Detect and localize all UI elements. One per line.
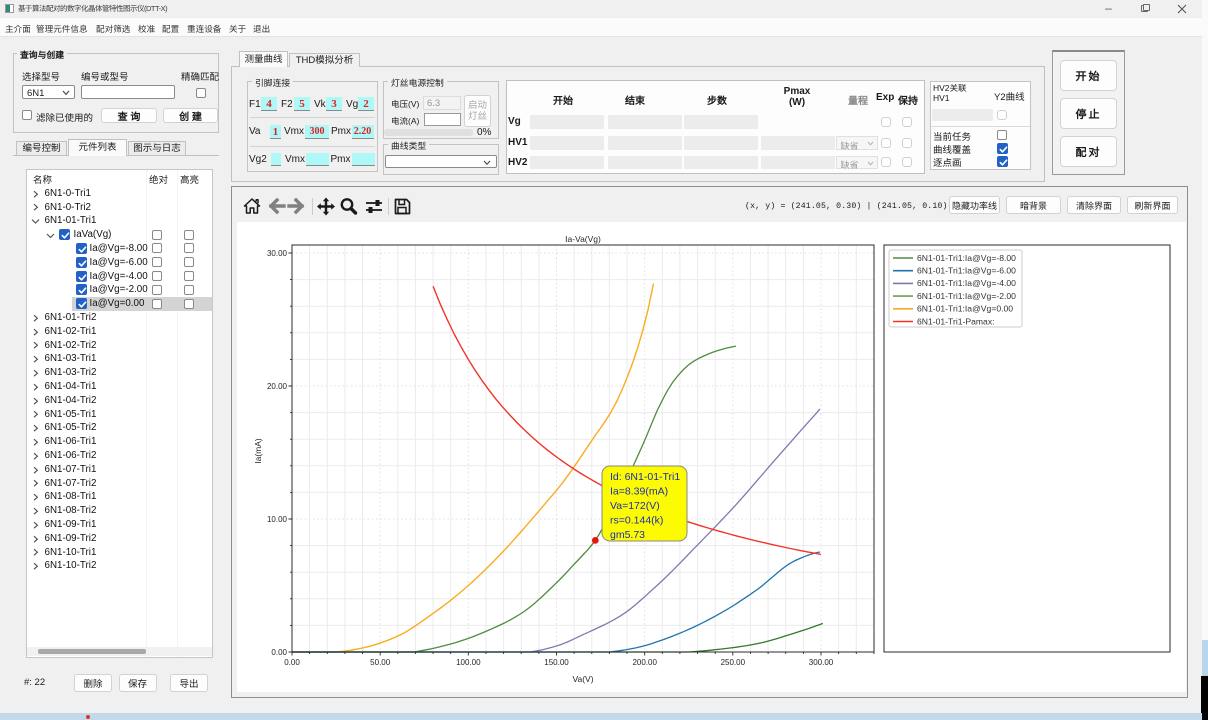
- svg-text:250.00: 250.00: [721, 658, 746, 667]
- svg-text:0.00: 0.00: [271, 648, 287, 657]
- svg-text:6N1-01-Tri1-Pamax:: 6N1-01-Tri1-Pamax:: [917, 316, 995, 326]
- svg-text:30.00: 30.00: [267, 249, 288, 258]
- svg-text:6N1-01-Tri1:Ia@Vg=-6.00: 6N1-01-Tri1:Ia@Vg=-6.00: [917, 266, 1016, 276]
- svg-text:50.00: 50.00: [370, 658, 391, 667]
- svg-text:6N1-01-Tri1:Ia@Vg=0.00: 6N1-01-Tri1:Ia@Vg=0.00: [917, 304, 1013, 314]
- svg-text:300.00: 300.00: [809, 658, 834, 667]
- svg-text:Va(V): Va(V): [572, 674, 593, 684]
- svg-text:rs=0.144(k): rs=0.144(k): [610, 515, 663, 527]
- svg-text:0.00: 0.00: [284, 658, 300, 667]
- svg-text:gm5.73: gm5.73: [610, 529, 645, 541]
- svg-text:Ia-Va(Vg): Ia-Va(Vg): [565, 234, 601, 244]
- svg-text:Va=172(V): Va=172(V): [610, 500, 660, 512]
- svg-text:20.00: 20.00: [267, 382, 288, 391]
- svg-text:Ia=8.39(mA): Ia=8.39(mA): [610, 486, 668, 498]
- svg-text:Id: 6N1-01-Tri1: Id: 6N1-01-Tri1: [610, 471, 680, 483]
- svg-text:6N1-01-Tri1:Ia@Vg=-8.00: 6N1-01-Tri1:Ia@Vg=-8.00: [917, 253, 1016, 263]
- svg-text:200.00: 200.00: [632, 658, 657, 667]
- svg-text:100.00: 100.00: [456, 658, 481, 667]
- svg-text:6N1-01-Tri1:Ia@Vg=-4.00: 6N1-01-Tri1:Ia@Vg=-4.00: [917, 278, 1016, 288]
- svg-text:150.00: 150.00: [544, 658, 569, 667]
- svg-text:Ia(mA): Ia(mA): [253, 438, 263, 464]
- svg-text:10.00: 10.00: [267, 515, 288, 524]
- svg-text:6N1-01-Tri1:Ia@Vg=-2.00: 6N1-01-Tri1:Ia@Vg=-2.00: [917, 291, 1016, 301]
